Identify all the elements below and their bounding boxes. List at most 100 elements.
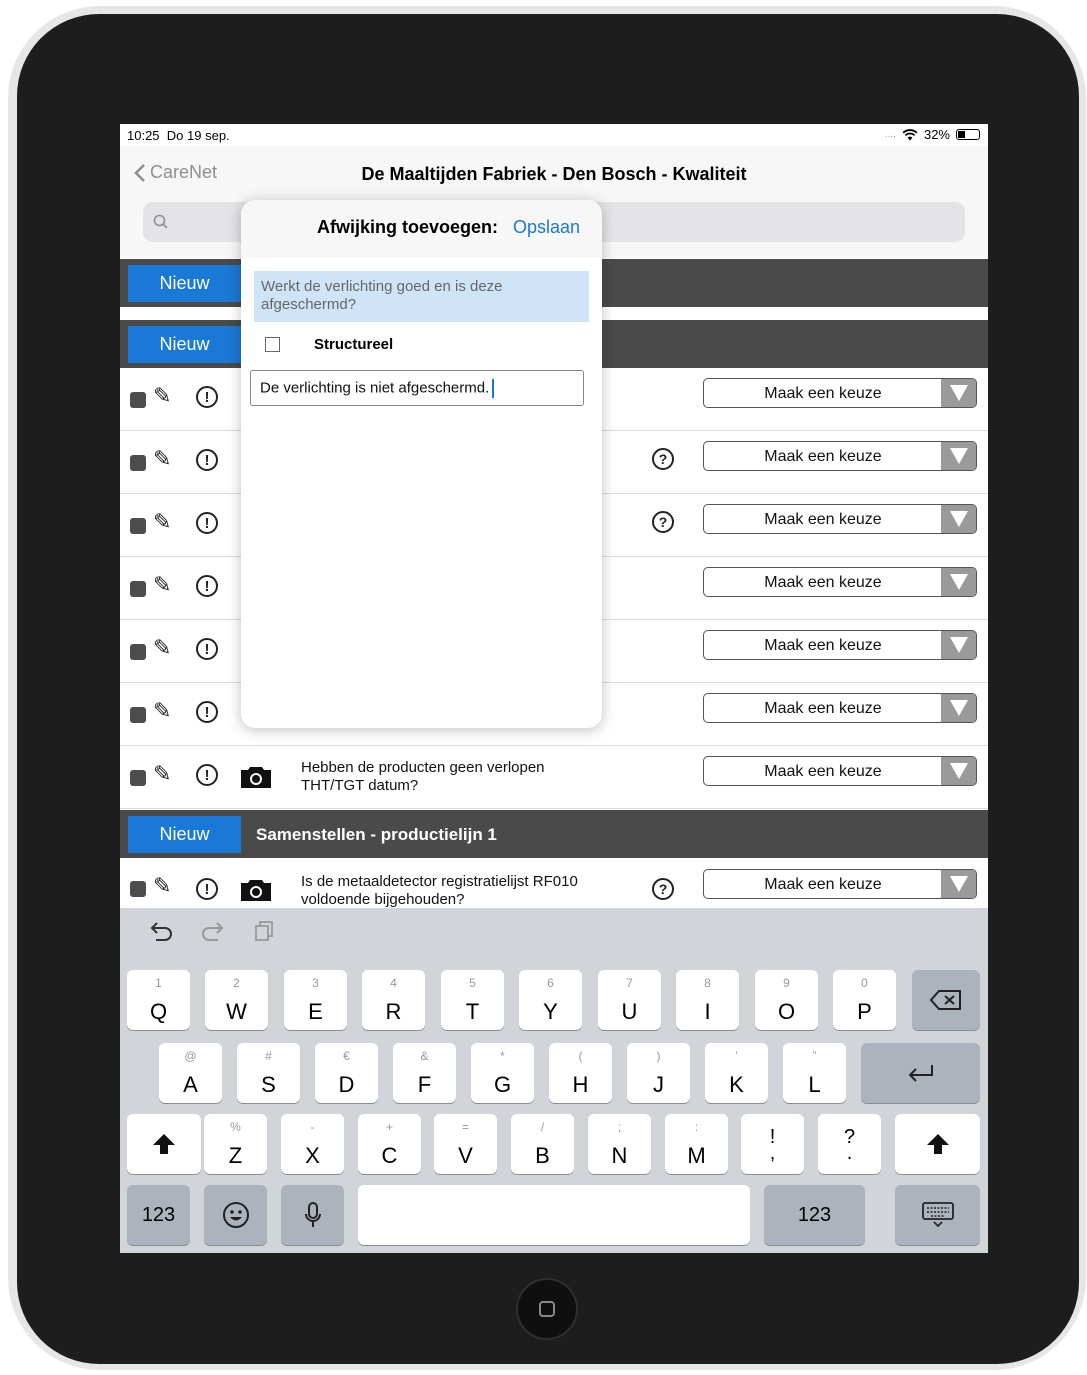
key-y[interactable]: 6Y bbox=[519, 970, 582, 1030]
emoji-key[interactable] bbox=[204, 1185, 267, 1245]
camera-icon[interactable] bbox=[240, 765, 272, 789]
exclamation-icon[interactable]: ! bbox=[196, 764, 218, 786]
key-u[interactable]: 7U bbox=[598, 970, 661, 1030]
key-a[interactable]: @ A bbox=[159, 1043, 222, 1103]
key-c[interactable]: + C bbox=[358, 1114, 421, 1174]
key-o[interactable]: 9O bbox=[755, 970, 818, 1030]
key-i[interactable]: 8I bbox=[676, 970, 739, 1030]
row-checkbox[interactable] bbox=[130, 644, 146, 660]
pencil-icon[interactable]: ✎ bbox=[153, 698, 171, 724]
structural-option[interactable]: Structureel bbox=[254, 336, 393, 353]
battery-percent: 32% bbox=[923, 127, 950, 142]
key-q[interactable]: 1Q bbox=[127, 970, 190, 1030]
exclamation-icon[interactable]: ! bbox=[196, 575, 218, 597]
key-h[interactable]: (H bbox=[549, 1043, 612, 1103]
checklist-row: ✎ ! Hebben de producten geen verlopen TH… bbox=[120, 746, 988, 809]
space-key[interactable] bbox=[358, 1185, 750, 1245]
row-checkbox[interactable] bbox=[130, 455, 146, 471]
choice-select[interactable]: Maak een keuze bbox=[703, 504, 977, 534]
microphone-icon bbox=[304, 1202, 321, 1227]
dismiss-keyboard-key[interactable] bbox=[895, 1185, 980, 1245]
key-k[interactable]: ’ K bbox=[705, 1043, 768, 1103]
battery-icon bbox=[956, 129, 980, 140]
pencil-icon[interactable]: ✎ bbox=[153, 383, 171, 409]
popover-question: Werkt de verlichting goed en is deze afg… bbox=[254, 271, 589, 322]
row-checkbox[interactable] bbox=[130, 581, 146, 597]
save-button[interactable]: Opslaan bbox=[513, 217, 580, 238]
return-icon bbox=[908, 1065, 933, 1082]
exclamation-icon[interactable]: ! bbox=[196, 638, 218, 660]
key-r[interactable]: 4R bbox=[362, 970, 425, 1030]
key-b[interactable]: / B bbox=[511, 1114, 574, 1174]
choice-select[interactable]: Maak een keuze bbox=[703, 630, 977, 660]
row-checkbox[interactable] bbox=[130, 518, 146, 534]
shift-key-left[interactable] bbox=[127, 1114, 201, 1174]
popover-title: Afwijking toevoegen: bbox=[317, 217, 499, 237]
row-checkbox[interactable] bbox=[130, 707, 146, 723]
key-z[interactable]: % Z bbox=[204, 1114, 267, 1174]
keyboard-dismiss-icon bbox=[921, 1202, 954, 1228]
row-checkbox[interactable] bbox=[130, 392, 146, 408]
section-header: Nieuw Samenstellen - productielijn 1 bbox=[120, 810, 988, 858]
pencil-icon[interactable]: ✎ bbox=[153, 873, 171, 899]
key-x[interactable]: -X bbox=[281, 1114, 344, 1174]
exclamation-icon[interactable]: ! bbox=[196, 449, 218, 471]
key-n[interactable]: ; N bbox=[588, 1114, 651, 1174]
undo-icon[interactable] bbox=[148, 920, 174, 942]
key-m[interactable]: :M bbox=[665, 1114, 728, 1174]
key-exclamation-comma[interactable]: !, bbox=[741, 1114, 804, 1174]
choice-select[interactable]: Maak een keuze bbox=[703, 869, 977, 899]
pencil-icon[interactable]: ✎ bbox=[153, 635, 171, 661]
key-s[interactable]: # S bbox=[237, 1043, 300, 1103]
numbers-key-right[interactable]: 123 bbox=[764, 1185, 865, 1245]
key-j[interactable]: ) J bbox=[627, 1043, 690, 1103]
new-button[interactable]: Nieuw bbox=[128, 816, 241, 853]
key-question-period[interactable]: ?. bbox=[818, 1114, 881, 1174]
key-e[interactable]: 3E bbox=[284, 970, 347, 1030]
exclamation-icon[interactable]: ! bbox=[196, 878, 218, 900]
choice-select[interactable]: Maak een keuze bbox=[703, 693, 977, 723]
home-button[interactable] bbox=[516, 1278, 578, 1340]
backspace-key[interactable] bbox=[912, 970, 980, 1030]
input-value: De verlichting is niet afgeschermd. bbox=[260, 379, 490, 397]
dropdown-arrow-icon bbox=[941, 505, 976, 533]
deviation-text-input[interactable]: De verlichting is niet afgeschermd. bbox=[250, 370, 584, 406]
pencil-icon[interactable]: ✎ bbox=[153, 761, 171, 787]
camera-icon[interactable] bbox=[240, 878, 272, 902]
row-checkbox[interactable] bbox=[130, 881, 146, 897]
key-l[interactable]: ” L bbox=[783, 1043, 846, 1103]
return-key[interactable] bbox=[861, 1043, 980, 1103]
choice-select[interactable]: Maak een keuze bbox=[703, 756, 977, 786]
exclamation-icon[interactable]: ! bbox=[196, 701, 218, 723]
key-v[interactable]: = V bbox=[434, 1114, 497, 1174]
choice-select[interactable]: Maak een keuze bbox=[703, 441, 977, 471]
help-icon[interactable]: ? bbox=[652, 448, 674, 470]
key-t[interactable]: 5T bbox=[441, 970, 504, 1030]
dictation-key[interactable] bbox=[281, 1185, 344, 1245]
choice-select[interactable]: Maak een keuze bbox=[703, 567, 977, 597]
help-icon[interactable]: ? bbox=[652, 511, 674, 533]
dropdown-arrow-icon bbox=[941, 442, 976, 470]
structural-checkbox[interactable] bbox=[265, 337, 280, 352]
key-g[interactable]: * G bbox=[471, 1043, 534, 1103]
paste-icon[interactable] bbox=[253, 920, 275, 942]
new-button[interactable]: Nieuw bbox=[128, 326, 241, 363]
emoji-icon bbox=[222, 1202, 249, 1228]
pencil-icon[interactable]: ✎ bbox=[153, 509, 171, 535]
key-w[interactable]: 2W bbox=[205, 970, 268, 1030]
structural-label: Structureel bbox=[314, 336, 394, 353]
exclamation-icon[interactable]: ! bbox=[196, 386, 218, 408]
exclamation-icon[interactable]: ! bbox=[196, 512, 218, 534]
choice-select[interactable]: Maak een keuze bbox=[703, 378, 977, 408]
redo-icon[interactable] bbox=[200, 920, 226, 942]
row-checkbox[interactable] bbox=[130, 770, 146, 786]
key-p[interactable]: 0P bbox=[833, 970, 896, 1030]
pencil-icon[interactable]: ✎ bbox=[153, 446, 171, 472]
new-button[interactable]: Nieuw bbox=[128, 265, 241, 302]
key-f[interactable]: & F bbox=[393, 1043, 456, 1103]
key-d[interactable]: € D bbox=[315, 1043, 378, 1103]
pencil-icon[interactable]: ✎ bbox=[153, 572, 171, 598]
numbers-key[interactable]: 123 bbox=[127, 1185, 190, 1245]
shift-key-right[interactable] bbox=[895, 1114, 980, 1174]
help-icon[interactable]: ? bbox=[652, 878, 674, 900]
